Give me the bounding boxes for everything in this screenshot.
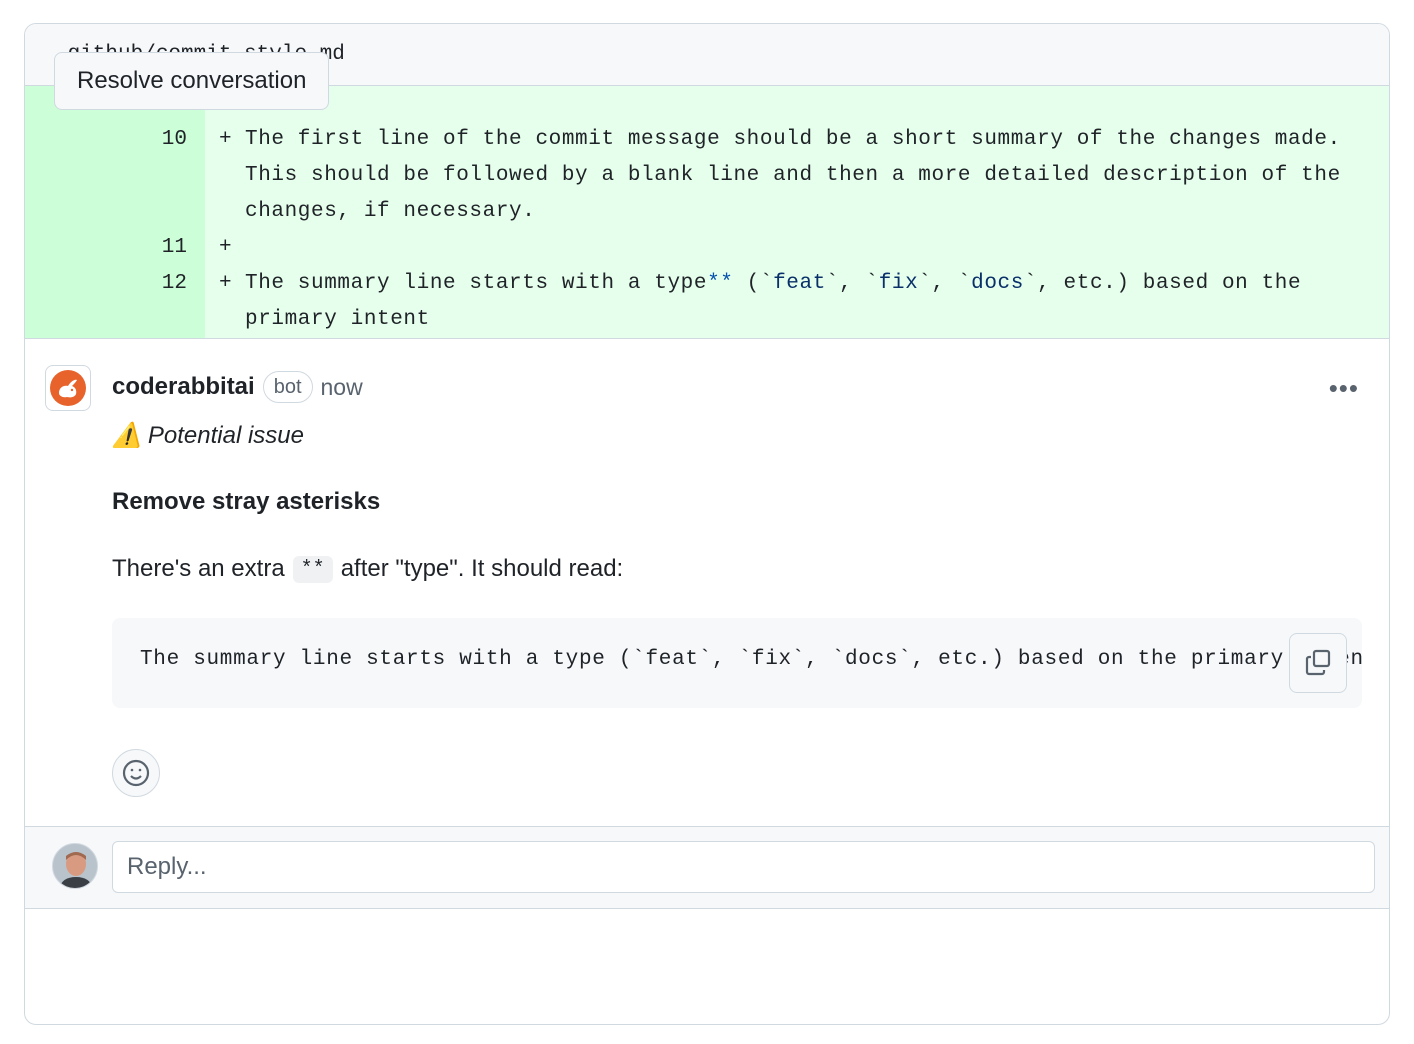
- rabbit-logo-icon: [50, 370, 86, 406]
- comment-meta: coderabbitai bot now: [112, 371, 363, 403]
- user-photo-icon: [53, 844, 97, 888]
- review-comment: coderabbitai bot now ••• ⚠️ Potential is…: [25, 339, 1389, 827]
- diff-hunk: 9 + 10 +The first line of the commit mes…: [25, 86, 1389, 339]
- issue-text: Potential issue: [147, 421, 304, 449]
- reply-input[interactable]: [112, 841, 1375, 893]
- diff-line: 11 +: [25, 230, 1389, 266]
- diff-line-text: The first line of the commit message sho…: [245, 128, 1341, 223]
- comment-paragraph: There's an extra ** after "type". It sho…: [112, 555, 624, 583]
- diff-add-sign: +: [219, 272, 232, 295]
- add-reaction-button[interactable]: [112, 749, 160, 797]
- resolve-conversation-button[interactable]: Resolve conversation: [54, 52, 330, 110]
- inline-code: **: [292, 555, 333, 583]
- copy-icon: [1305, 649, 1331, 676]
- potential-issue-label: ⚠️ Potential issue: [112, 421, 304, 450]
- more-options-icon[interactable]: •••: [1329, 373, 1359, 404]
- diff-line: 12 + The summary line starts with a type*…: [25, 266, 1389, 338]
- line-number[interactable]: 10: [25, 122, 205, 230]
- reply-area: [25, 827, 1389, 909]
- line-number[interactable]: 11: [25, 230, 205, 266]
- copy-button[interactable]: [1289, 633, 1347, 693]
- bot-badge: bot: [262, 371, 313, 403]
- review-thread: .github/commit-style.md 9 + 10 +The firs…: [24, 23, 1390, 1025]
- bot-avatar[interactable]: [45, 365, 91, 411]
- diff-add-sign: +: [219, 128, 232, 151]
- diff-add-sign: +: [219, 236, 232, 259]
- warning-icon: ⚠️: [112, 422, 142, 449]
- diff-line-text: The summary line starts with a type** (`…: [245, 272, 1302, 331]
- smiley-icon: [122, 759, 150, 787]
- user-avatar[interactable]: [52, 843, 98, 889]
- author-name[interactable]: coderabbitai: [112, 373, 255, 401]
- comment-heading: Remove stray asterisks: [112, 488, 381, 515]
- diff-line: 10 + The first line of the commit message…: [25, 122, 1389, 230]
- suggested-code-block: The summary line starts with a type (`fe…: [112, 618, 1362, 708]
- line-number[interactable]: 12: [25, 266, 205, 338]
- comment-timestamp[interactable]: now: [321, 374, 363, 401]
- code-block-text: The summary line starts with a type (`fe…: [140, 648, 1362, 671]
